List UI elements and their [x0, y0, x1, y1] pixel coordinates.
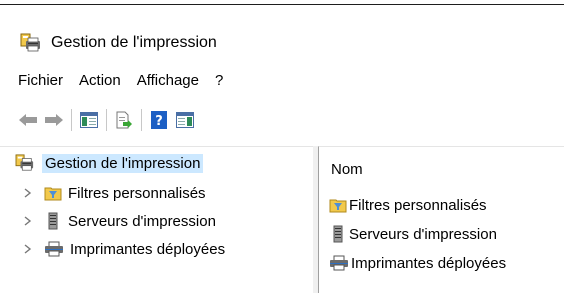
show-hide-console-tree-icon	[80, 112, 98, 128]
chevron-right-icon[interactable]	[22, 244, 34, 254]
tree-item-serveurs[interactable]: Serveurs d'impression	[22, 209, 216, 233]
svg-text:?: ?	[155, 114, 163, 129]
filter-folder-icon	[44, 185, 62, 201]
menu-action[interactable]: Action	[71, 72, 129, 89]
list-item[interactable]: Imprimantes déployées	[329, 251, 506, 275]
printer-icon	[44, 241, 64, 257]
help-icon: ?	[151, 111, 167, 129]
tree-item-root[interactable]: Gestion de l'impression	[14, 151, 204, 175]
list-item-label: Imprimantes déployées	[351, 254, 507, 272]
menu-bar: Fichier Action Affichage ?	[0, 68, 564, 92]
tree-item-label: Filtres personnalisés	[68, 184, 206, 202]
server-icon	[44, 212, 62, 230]
print-management-icon	[14, 154, 36, 172]
chevron-right-icon[interactable]	[22, 216, 34, 226]
help-button[interactable]: ?	[147, 108, 171, 132]
show-hide-action-pane-button[interactable]	[173, 108, 197, 132]
window-title: Gestion de l'impression	[51, 34, 217, 51]
forward-arrow-icon	[45, 114, 63, 126]
show-hide-console-tree-button[interactable]	[77, 108, 101, 132]
print-management-icon	[20, 33, 42, 53]
chevron-right-icon[interactable]	[22, 188, 34, 198]
tree-item-filtres[interactable]: Filtres personnalisés	[22, 181, 206, 205]
back-button[interactable]	[16, 108, 40, 132]
list-item-label: Filtres personnalisés	[349, 196, 487, 214]
forward-button[interactable]	[42, 108, 66, 132]
title-bar: Gestion de l'impression	[0, 26, 564, 60]
result-pane: Nom Filtres personnalisés Serveurs d'imp…	[318, 146, 564, 293]
toolbar-separator	[141, 109, 142, 131]
back-arrow-icon	[19, 114, 37, 126]
menu-fichier[interactable]: Fichier	[10, 72, 71, 89]
toolbar-separator	[106, 109, 107, 131]
menu-help[interactable]: ?	[207, 72, 231, 89]
tree-item-label: Imprimantes déployées	[70, 240, 226, 258]
window-top-border	[0, 4, 564, 5]
server-icon	[329, 225, 347, 243]
filter-folder-icon	[329, 197, 347, 213]
show-hide-action-pane-icon	[176, 112, 194, 128]
column-header-nom[interactable]: Nom	[331, 161, 363, 178]
export-list-button[interactable]	[112, 108, 136, 132]
toolbar: ?	[0, 106, 564, 134]
toolbar-separator	[71, 109, 72, 131]
export-list-icon	[116, 111, 132, 129]
console-tree: Gestion de l'impression Filtres personna…	[0, 146, 318, 293]
list-item-label: Serveurs d'impression	[349, 225, 497, 243]
list-item[interactable]: Serveurs d'impression	[329, 222, 497, 246]
tree-item-label: Serveurs d'impression	[68, 212, 216, 230]
printer-icon	[329, 255, 349, 271]
list-item[interactable]: Filtres personnalisés	[329, 193, 487, 217]
tree-item-imprimantes[interactable]: Imprimantes déployées	[22, 237, 225, 261]
menu-affichage[interactable]: Affichage	[129, 72, 207, 89]
tree-item-label: Gestion de l'impression	[42, 153, 204, 173]
